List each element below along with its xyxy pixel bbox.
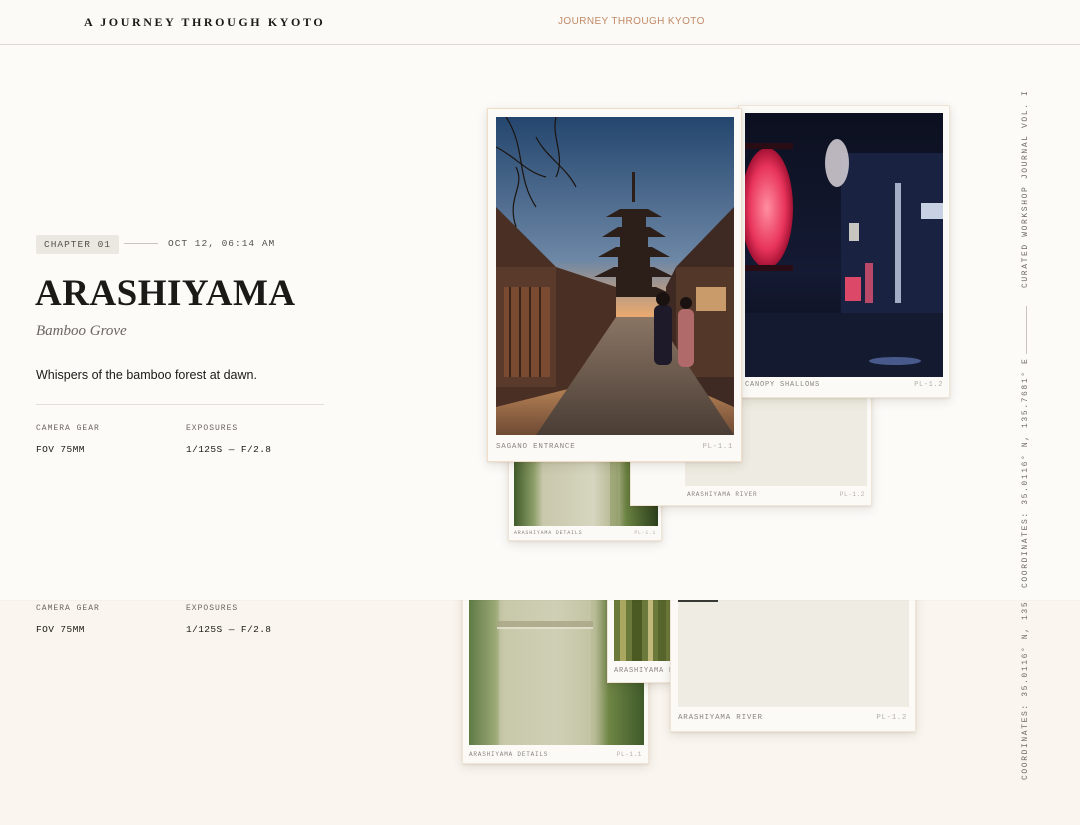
site-brand[interactable]: A JOURNEY THROUGH KYOTO <box>84 15 325 30</box>
card-ref: PL-1.2 <box>876 714 907 722</box>
place-title: ARASHIYAMA <box>35 273 296 314</box>
spec-value-exposure: 1/125S — F/2.8 <box>186 444 272 455</box>
chapter-badge: CHAPTER 01 <box>36 235 120 254</box>
photo-card-canopy[interactable]: CANOPY SHALLOWS PL-1.2 <box>738 105 950 398</box>
chapter-panel: CHAPTER 01 OCT 12, 06:14 AM ARASHIYAMA B… <box>0 45 1080 600</box>
photo-card-river-lower[interactable]: ARASHIYAMA RIVER PL-1.2 <box>670 588 916 732</box>
side-coordinates-label: COORDINATES: 35.0116° N, 135.7681° E <box>1021 357 1030 588</box>
meta-divider <box>124 243 158 244</box>
lower-spec-value-exposure: 1/125S — F/2.8 <box>186 624 272 635</box>
photo-card-bamboo-lower[interactable]: ARASHIYAMA B <box>607 588 673 683</box>
side-divider <box>1026 306 1027 354</box>
card-caption: SAGANO ENTRANCE <box>496 443 576 451</box>
card-caption: ARASHIYAMA DETAILS <box>469 751 549 758</box>
side-journal-label: CURATED WORKSHOP JOURNAL VOL. I <box>1021 89 1030 288</box>
river-photo <box>678 596 909 707</box>
card-ref: PL-1.1 <box>634 530 656 536</box>
card-caption: ARASHIYAMA DETAILS <box>514 530 583 536</box>
spec-value-camera: FOV 75MM <box>36 444 85 455</box>
spec-label-exposure: EXPOSURES <box>186 424 239 433</box>
side-coordinates-lower-label: COORDINATES: 35.0116° N, 135 <box>1021 600 1030 780</box>
lower-spec-value-camera: FOV 75MM <box>36 624 85 635</box>
site-header: A JOURNEY THROUGH KYOTO JOURNEY THROUGH … <box>0 0 1080 45</box>
pagoda-street-photo <box>496 117 734 435</box>
bamboo-photo <box>614 595 670 661</box>
card-ref: PL-1.2 <box>914 381 943 389</box>
card-ref: PL-1.1 <box>616 751 642 758</box>
card-ref: PL-1.1 <box>702 443 733 451</box>
card-caption: ARASHIYAMA RIVER <box>678 714 763 722</box>
card-ref: PL-1.2 <box>839 491 865 498</box>
nav-link-journey[interactable]: JOURNEY THROUGH KYOTO <box>558 16 705 27</box>
spec-label-camera: CAMERA GEAR <box>36 424 100 433</box>
card-caption: ARASHIYAMA RIVER <box>687 491 758 498</box>
card-caption: CANOPY SHALLOWS <box>745 381 821 389</box>
lower-spec-label-exposure: EXPOSURES <box>186 604 239 613</box>
canopy-night-photo <box>745 113 943 377</box>
chapter-date: OCT 12, 06:14 AM <box>168 238 276 249</box>
photo-card-sagano[interactable]: SAGANO ENTRANCE PL-1.1 <box>487 108 742 462</box>
card-caption: ARASHIYAMA B <box>614 667 675 675</box>
place-subtitle: Bamboo Grove <box>36 323 127 339</box>
lower-spec-label-camera: CAMERA GEAR <box>36 604 100 613</box>
next-chapter-section: CAMERA GEAR FOV 75MM EXPOSURES 1/125S — … <box>0 588 1080 825</box>
place-description: Whispers of the bamboo forest at dawn. <box>36 368 257 382</box>
description-divider <box>36 404 324 405</box>
